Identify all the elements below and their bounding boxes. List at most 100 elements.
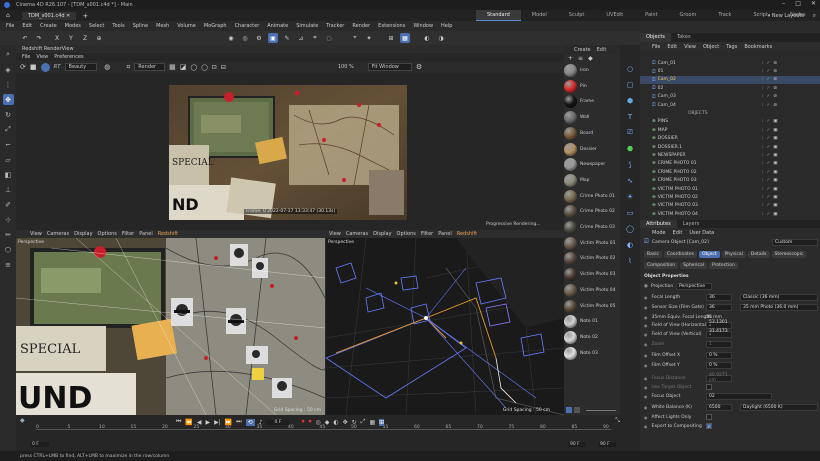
tag-icon[interactable]: ⊘ [773, 61, 777, 66]
cube-primitive-icon[interactable]: ▣ [268, 33, 278, 43]
go-to-start-icon[interactable]: ⏮ [176, 418, 181, 426]
visibility-dots-icon[interactable]: ⁝ [762, 136, 763, 141]
material-item[interactable]: Note 02 [564, 330, 620, 345]
ipr-toggle-icon[interactable] [40, 62, 50, 72]
workplane-icon[interactable]: ▦ [400, 33, 410, 43]
object-row[interactable]: ⊕ VICTIM PHOTO 01 ⁝ ✓ ▣ [640, 185, 820, 193]
key-selection-icon[interactable]: ◎ [315, 419, 320, 426]
subtab-basic[interactable]: Basic [644, 251, 662, 258]
tag-icon[interactable]: ⊘ [773, 86, 777, 91]
enable-check-icon[interactable]: ✓ [766, 86, 770, 91]
enable-check-icon[interactable]: ✓ [766, 178, 770, 183]
object-row[interactable]: ⎚ Cam_01 ⁝ ✓ ⊘ [640, 59, 820, 67]
material-item[interactable]: Victim Photo 03 [564, 267, 620, 282]
cube-object-icon[interactable]: ▢ [625, 79, 636, 90]
attribute-value-field[interactable]: 0 % [706, 351, 732, 359]
material-item[interactable]: Victim Photo 05 [564, 299, 620, 314]
enable-check-icon[interactable]: ✓ [766, 103, 770, 108]
visibility-dots-icon[interactable]: ⁝ [762, 119, 763, 124]
layout-tab-track[interactable]: Track [707, 10, 742, 21]
visibility-dots-icon[interactable]: ⁝ [762, 94, 763, 99]
object-row[interactable]: ⊕ NEWSPAPER ⁝ ✓ ▣ [640, 151, 820, 159]
bucket-icon[interactable]: ▦ [169, 63, 176, 71]
menu-help[interactable]: Help [441, 23, 452, 29]
enable-check-icon[interactable]: ✓ [766, 69, 770, 74]
axis-mode-icon[interactable]: ⊥ [3, 184, 14, 195]
material-size-slider[interactable] [586, 409, 616, 411]
tag-icon[interactable]: ▣ [773, 161, 777, 166]
axis-x-button[interactable]: X [52, 33, 62, 43]
color-picker-icon[interactable]: ◪ [180, 63, 187, 71]
attribute-checkbox[interactable]: ✓ [706, 423, 712, 429]
material-item[interactable]: Iron [564, 63, 620, 78]
sculpt-tool-icon[interactable]: ⬡ [3, 244, 14, 255]
snapshot-icon[interactable]: ◍ [104, 63, 110, 71]
autokey-icon[interactable]: ⏺ [308, 418, 311, 426]
material-menu-edit[interactable]: Edit [597, 47, 607, 53]
object-row[interactable]: ⎚ 02 ⁝ ✓ ⊘ [640, 84, 820, 92]
visibility-dots-icon[interactable]: ⁝ [762, 145, 763, 150]
camera-object-icon[interactable]: ⎚ [625, 127, 636, 138]
visibility-dots-icon[interactable]: ⁝ [762, 212, 763, 217]
brush-tool-icon[interactable]: ✏ [3, 229, 14, 240]
hair-icon[interactable]: ⌇ [625, 255, 636, 266]
environment-icon[interactable]: ◐ [625, 239, 636, 250]
attribute-value-field[interactable]: 36 mm [706, 315, 722, 320]
object-row[interactable]: ⊕ VICTIM PHOTO 04 ⁝ ✓ ▣ [640, 210, 820, 218]
sphere-object-icon[interactable]: ⬢ [625, 95, 636, 106]
attribute-value-field[interactable]: 1 [706, 340, 732, 348]
object-tab-takes[interactable]: Takes [671, 33, 697, 42]
material-item[interactable]: Map [564, 173, 620, 188]
snap-icon[interactable]: ⊞ [386, 33, 396, 43]
subtab-details[interactable]: Details [747, 251, 770, 258]
prev-key-icon[interactable]: ⏪ [185, 419, 192, 426]
material-item[interactable]: Note 03 [564, 346, 620, 361]
material-item[interactable]: Victim Photo 01 [564, 236, 620, 251]
enable-check-icon[interactable]: ✓ [766, 153, 770, 158]
redshift-ipr-icon[interactable]: ◐ [422, 33, 432, 43]
channel-r-icon[interactable]: ◯ [190, 64, 197, 71]
scale-key-icon[interactable]: ⤢ [361, 418, 366, 426]
layer-tool-icon[interactable]: ≡ [3, 259, 14, 270]
right-viewport-menu-panel[interactable]: Panel [438, 231, 452, 237]
visibility-dots-icon[interactable]: ⁝ [762, 195, 763, 200]
grid-view-icon[interactable] [566, 407, 572, 413]
enable-check-icon[interactable]: ✓ [766, 187, 770, 192]
record-icon[interactable]: ⏺ [301, 418, 304, 426]
tag-icon[interactable]: ⊘ [773, 77, 777, 82]
visibility-dots-icon[interactable]: ⁝ [762, 203, 763, 208]
subtab-protection[interactable]: Protection [709, 262, 738, 269]
menu-extensions[interactable]: Extensions [378, 23, 405, 29]
enable-check-icon[interactable]: ✓ [766, 119, 770, 124]
rt-toggle[interactable]: RT [54, 64, 61, 70]
attribute-value-field[interactable]: 36 [706, 303, 732, 311]
minimize-icon[interactable]: – [782, 0, 785, 7]
attribute-value-field[interactable]: 40.9271 cm [706, 373, 732, 383]
material-list-icon[interactable]: ≡ [578, 55, 583, 62]
object-menu-view[interactable]: View [684, 44, 696, 50]
light-create-icon[interactable]: ✦ [364, 33, 374, 43]
play-icon[interactable]: ▶ [206, 419, 211, 426]
menu-create[interactable]: Create [40, 23, 57, 29]
right-viewport-menu-cameras[interactable]: Cameras [346, 231, 368, 237]
object-row[interactable]: ⊕ CRIME PHOTO 01 ⁝ ✓ ▣ [640, 160, 820, 168]
visibility-dots-icon[interactable]: ⁝ [762, 178, 763, 183]
right-viewport-menu-options[interactable]: Options [397, 231, 416, 237]
sound-icon[interactable]: ♪ [259, 419, 263, 426]
undo-icon[interactable]: ↶ [20, 33, 30, 43]
menu-volume[interactable]: Volume [177, 23, 196, 29]
tag-icon[interactable]: ▣ [773, 119, 777, 124]
layout-tab-standard[interactable]: Standard [476, 10, 521, 21]
light-object-icon[interactable]: ☀ [625, 191, 636, 202]
object-menu-tags[interactable]: Tags [726, 44, 737, 50]
object-row[interactable]: OBJECTS [640, 109, 820, 117]
visibility-dots-icon[interactable]: ⁝ [762, 77, 763, 82]
object-row[interactable]: ⊕ VICTIM PHOTO 03 ⁝ ✓ ▣ [640, 202, 820, 210]
material-item[interactable]: Board [564, 126, 620, 141]
keyframe-marker-icon[interactable]: ◆ [20, 417, 25, 424]
menu-spline[interactable]: Spline [133, 23, 148, 29]
object-menu-bookmarks[interactable]: Bookmarks [744, 44, 772, 50]
menu-animate[interactable]: Animate [267, 23, 288, 29]
texture-mode-icon[interactable]: ◧ [3, 169, 14, 180]
attribute-preset-select[interactable]: 35 mm Photo (36.0 mm) [740, 303, 818, 311]
